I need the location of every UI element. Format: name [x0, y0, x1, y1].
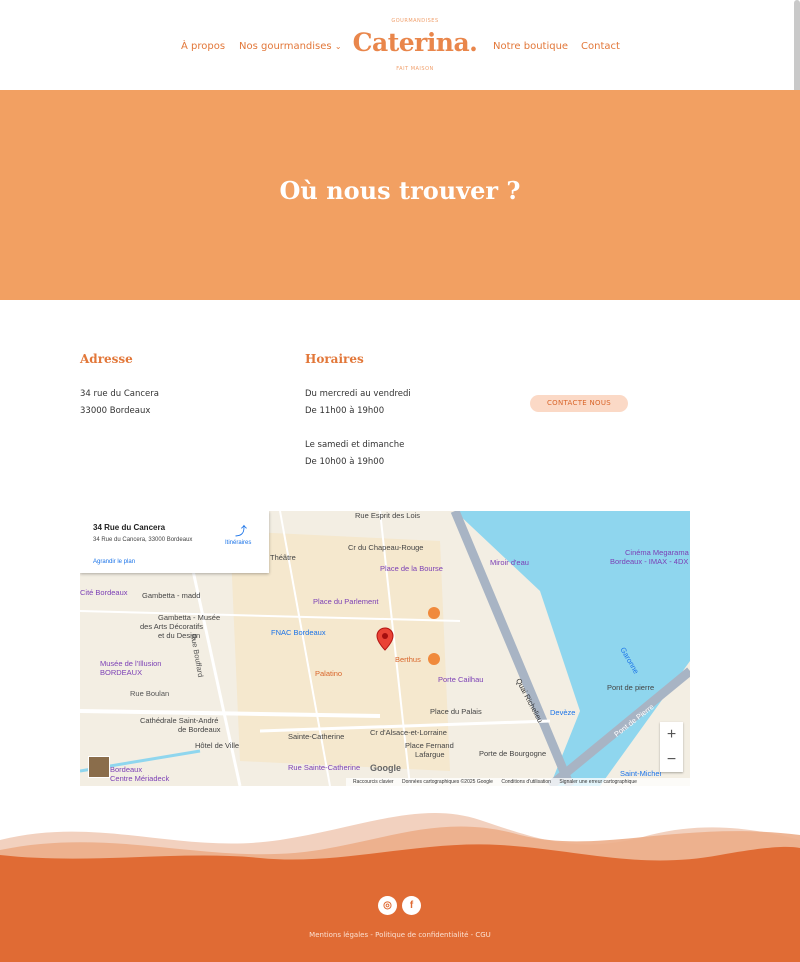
- weekday-label: Du mercredi au vendredi: [305, 389, 411, 399]
- address-line-1: 34 rue du Cancera: [80, 389, 159, 399]
- address-heading: Adresse: [80, 352, 133, 366]
- map-label-text: Place de la Bourse: [380, 564, 443, 573]
- top-navigation: À propos Nos gourmandises ⌄ GOURMANDISES…: [0, 0, 800, 90]
- map-label-text: Pont de pierre: [607, 683, 655, 692]
- map-info-card: 34 Rue du Cancera 34 Rue du Cancera, 330…: [80, 511, 269, 573]
- logo-top-text: GOURMANDISES: [391, 18, 439, 24]
- restaurant-icon: [428, 607, 440, 619]
- map-label-text: Place du Palais: [430, 707, 482, 716]
- report-error-link[interactable]: Signaler une erreur cartographique: [559, 779, 637, 785]
- map-label-text: Cinéma Megarama: [625, 548, 689, 557]
- map-zoom-control: + −: [660, 722, 683, 772]
- location-pin-icon[interactable]: [376, 627, 394, 651]
- restaurant-icon: [428, 653, 440, 665]
- map-label-text: Cr du Chapeau-Rouge: [348, 543, 424, 552]
- map-label-text: Centre Mériadeck: [110, 774, 170, 783]
- map-label-text: Hôtel de Ville: [195, 741, 240, 750]
- map-label-text: Bordeaux: [110, 765, 143, 774]
- google-logo: Google: [370, 763, 401, 773]
- map-label-text: Place Fernand: [405, 741, 454, 750]
- map-label-text: Cathédrale Saint-André: [140, 716, 219, 725]
- map-label-text: FNAC Bordeaux: [271, 628, 326, 637]
- chevron-down-icon: ⌄: [334, 42, 342, 51]
- map-label-text: des Arts Décoratifs: [140, 622, 203, 631]
- nav-about-link[interactable]: À propos: [181, 41, 225, 52]
- map-label-text: Rue Esprit des Lois: [355, 511, 421, 520]
- page-title: Où nous trouver ?: [279, 176, 521, 205]
- facebook-icon[interactable]: f: [402, 896, 421, 915]
- map-label-text: Rue Boulan: [130, 689, 170, 698]
- map-label-text: Porte de Bourgogne: [479, 749, 547, 758]
- zoom-in-button[interactable]: +: [660, 722, 683, 747]
- map-card-title: 34 Rue du Cancera: [93, 523, 166, 532]
- legal-links[interactable]: Mentions légales - Politique de confiden…: [0, 931, 800, 939]
- zoom-out-button[interactable]: −: [660, 747, 683, 772]
- directions-icon[interactable]: ⤴: [235, 522, 247, 539]
- nav-contact-link[interactable]: Contact: [581, 41, 620, 52]
- map-label-text: Théâtre: [270, 553, 296, 562]
- map-label-text: Palatino: [315, 669, 343, 678]
- hero-banner: Où nous trouver ?: [0, 90, 800, 300]
- map-label-text: Berthus: [395, 655, 421, 664]
- contact-button[interactable]: CONTACTE NOUS: [530, 395, 628, 412]
- enlarge-map-link[interactable]: Agrandir le plan: [93, 559, 135, 565]
- nav-shop-link[interactable]: Notre boutique: [493, 41, 568, 52]
- map-label-text: Gambetta - madd: [142, 591, 201, 600]
- weekend-label: Le samedi et dimanche: [305, 440, 405, 450]
- nav-treats-link[interactable]: Nos gourmandises ⌄: [239, 41, 342, 52]
- map-data-credit: Données cartographiques ©2025 Google: [401, 779, 493, 785]
- keyboard-shortcuts-link[interactable]: Raccourcis clavier: [353, 779, 394, 785]
- map-label-text: Lafargue: [415, 750, 445, 759]
- terms-link[interactable]: Conditions d'utilisation: [501, 779, 551, 785]
- map-label-text: Rue Sainte-Catherine: [288, 763, 361, 772]
- map-label-text: Saint-Michel: [620, 769, 662, 778]
- map-label-text: Devèze: [550, 708, 576, 717]
- weekday-hours: De 11h00 à 19h00: [305, 406, 385, 416]
- map-label-text: Sainte-Catherine: [288, 732, 345, 741]
- map-label-0: Place de la Bourse: [380, 564, 443, 573]
- map-label-text: Porte Cailhau: [438, 675, 484, 684]
- map-label-text: BORDEAUX: [100, 668, 143, 677]
- map-label-text: Place du Parlement: [313, 597, 379, 606]
- nav-treats-label: Nos gourmandises: [239, 41, 332, 52]
- map-label-text: Gambetta - Musée: [158, 613, 221, 622]
- street-view-thumbnail[interactable]: [88, 756, 110, 778]
- map-label-text: Bordeaux - IMAX - 4DX: [610, 557, 689, 566]
- map-label-text: de Bordeaux: [178, 725, 221, 734]
- map-label-text: Miroir d'eau: [490, 558, 529, 567]
- map-attribution: Raccourcis clavier Données cartographiqu…: [346, 778, 690, 786]
- instagram-icon[interactable]: ◎: [378, 896, 397, 915]
- weekend-hours: De 10h00 à 19h00: [305, 457, 385, 467]
- map-label-text: Cr d'Alsace-et-Lorraine: [370, 728, 447, 737]
- logo-bottom-text: FAIT MAISON: [396, 66, 434, 72]
- map-label-text: Cité Bordeaux: [80, 588, 128, 597]
- logo-name: Caterina.: [352, 28, 478, 57]
- google-map[interactable]: Place de la Bourse Miroir d'eau Place du…: [80, 511, 690, 786]
- map-card-address: 34 Rue du Cancera, 33000 Bordeaux: [93, 537, 193, 543]
- caterina-logo[interactable]: GOURMANDISES Caterina. FAIT MAISON: [352, 18, 478, 76]
- map-label-text: Musée de l'Illusion: [100, 659, 162, 668]
- address-line-2: 33000 Bordeaux: [80, 406, 151, 416]
- directions-link[interactable]: Itinéraires: [225, 540, 251, 546]
- hours-heading: Horaires: [305, 352, 364, 366]
